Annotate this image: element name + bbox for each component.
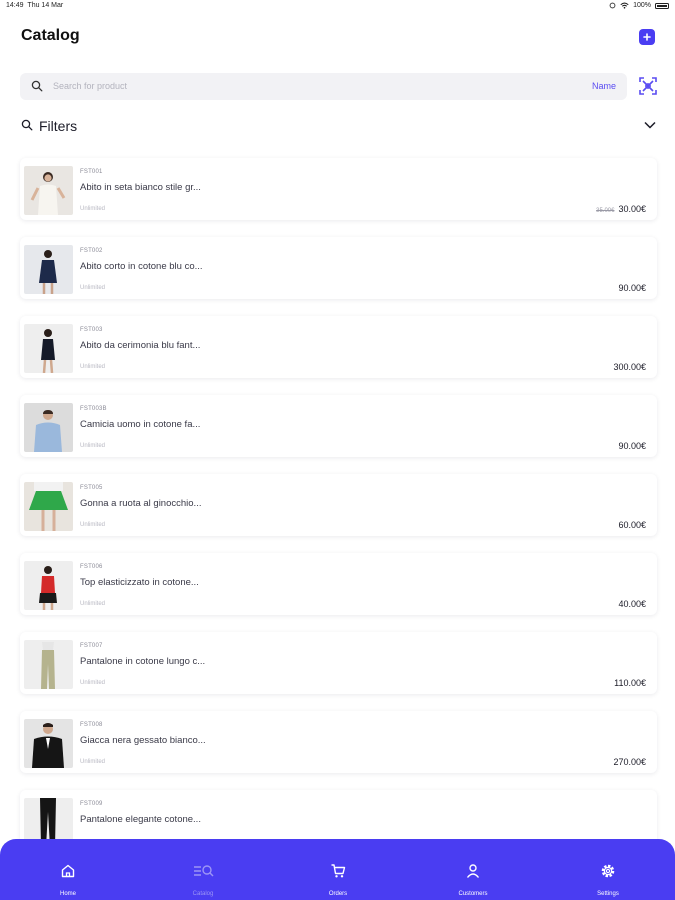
product-name: Pantalone elegante cotone... — [80, 814, 201, 825]
product-thumbnail — [24, 640, 73, 689]
product-stock: Unlimited — [80, 680, 106, 686]
product-price: 110.00€ — [614, 678, 646, 688]
catalog-icon — [194, 865, 214, 877]
tab-customers-label: Customers — [458, 891, 488, 897]
product-name: Abito corto in cotone blu co... — [80, 261, 203, 272]
product-card[interactable]: FST001 Abito in seta bianco stile gr... … — [20, 158, 657, 220]
tab-orders[interactable]: Orders — [303, 839, 373, 900]
product-sku: FST001 — [80, 169, 103, 175]
product-stock: Unlimited — [80, 285, 106, 291]
product-card[interactable]: FST003B Camicia uomo in cotone fa... Unl… — [20, 395, 657, 457]
product-thumbnail — [24, 561, 73, 610]
tab-home[interactable]: Home — [33, 839, 103, 900]
product-price: 90.00€ — [618, 283, 646, 293]
product-name: Top elasticizzato in cotone... — [80, 577, 199, 588]
tab-settings-label: Settings — [597, 891, 619, 897]
product-thumbnail — [24, 166, 73, 215]
product-thumbnail — [24, 403, 73, 452]
product-price: 35.00€ 30.00€ — [596, 204, 646, 214]
product-card[interactable]: FST008 Giacca nera gessato bianco... Unl… — [20, 711, 657, 773]
product-sku: FST009 — [80, 801, 103, 807]
product-thumbnail — [24, 245, 73, 294]
product-stock: Unlimited — [80, 364, 106, 370]
product-card[interactable]: FST006 Top elasticizzato in cotone... Un… — [20, 553, 657, 615]
product-sku: FST006 — [80, 564, 103, 570]
product-price: 60.00€ — [618, 520, 646, 530]
product-price: 40.00€ — [618, 599, 646, 609]
tab-catalog[interactable]: Catalog — [168, 839, 238, 900]
product-name: Pantalone in cotone lungo c... — [80, 656, 206, 667]
product-sku: FST003 — [80, 327, 103, 333]
product-card[interactable]: FST007 Pantalone in cotone lungo c... Un… — [20, 632, 657, 694]
product-name: Abito in seta bianco stile gr... — [80, 182, 201, 193]
product-thumbnail — [24, 324, 73, 373]
product-price: 90.00€ — [618, 441, 646, 451]
product-price: 300.00€ — [613, 362, 646, 372]
product-card[interactable]: FST005 Gonna a ruota al ginocchio... Unl… — [20, 474, 657, 536]
product-price: 270.00€ — [613, 757, 646, 767]
tab-home-label: Home — [59, 891, 76, 897]
tab-customers[interactable]: Customers — [438, 839, 508, 900]
product-stock: Unlimited — [80, 206, 106, 212]
cart-icon — [331, 864, 346, 878]
product-name: Giacca nera gessato bianco... — [80, 735, 206, 746]
product-stock: Unlimited — [80, 522, 106, 528]
product-name: Gonna a ruota al ginocchio... — [80, 498, 202, 509]
product-card[interactable]: FST003 Abito da cerimonia blu fant... Un… — [20, 316, 657, 378]
product-sku: FST003B — [80, 406, 107, 412]
product-stock: Unlimited — [80, 759, 106, 765]
product-card[interactable]: FST002 Abito corto in cotone blu co... U… — [20, 237, 657, 299]
product-sku: FST002 — [80, 248, 103, 254]
home-icon — [61, 864, 75, 878]
product-old-price: 35.00€ — [596, 208, 615, 214]
product-name: Abito da cerimonia blu fant... — [80, 340, 201, 351]
product-sku: FST005 — [80, 485, 103, 491]
tab-catalog-label: Catalog — [192, 891, 214, 897]
product-sku: FST007 — [80, 643, 103, 649]
product-list: FST001 Abito in seta bianco stile gr... … — [0, 0, 675, 900]
tab-settings[interactable]: Settings — [573, 839, 643, 900]
product-thumbnail — [24, 719, 73, 768]
user-icon — [466, 864, 480, 878]
gear-icon — [601, 864, 615, 878]
product-name: Camicia uomo in cotone fa... — [80, 419, 201, 430]
tab-orders-label: Orders — [328, 891, 348, 897]
product-stock: Unlimited — [80, 601, 106, 607]
product-thumbnail — [24, 482, 73, 531]
product-sku: FST008 — [80, 722, 103, 728]
product-stock: Unlimited — [80, 443, 106, 449]
bottom-tab-bar: Home Catalog Orders Customers Settings — [0, 839, 675, 900]
